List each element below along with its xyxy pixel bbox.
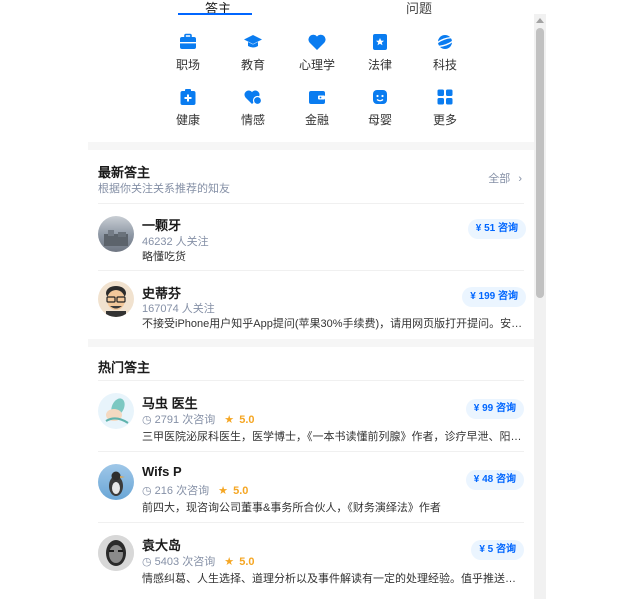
chevron-right-icon: › xyxy=(518,173,522,185)
answerer-description: 略懂吃货 xyxy=(142,251,186,263)
star-icon: ★ xyxy=(218,485,229,497)
emotion-icon xyxy=(244,90,263,106)
rating-value: 5.0 xyxy=(233,485,249,497)
category-tech[interactable]: 科技 xyxy=(415,32,475,73)
answerer-description: 不接受iPhone用户知乎App提问(苹果30%手续费)，请用网页版打开提问。安… xyxy=(142,318,526,330)
rating-value: 5.0 xyxy=(239,556,255,568)
consult-stats: ◷ 2791 次咨询 ★ 5.0 xyxy=(142,411,255,427)
category-label: 健康 xyxy=(175,113,200,127)
answerer-description: 三甲医院泌尿科医生，医学博士，《一本书读懂前列腺》作者，诊疗早泄、阳痿、前… xyxy=(142,431,526,443)
answerer-description: 情感纠葛、人生选择、道理分析以及事件解读有一定的处理经验。值乎推送有一定的… xyxy=(142,573,526,585)
vertical-scrollbar[interactable] xyxy=(534,14,546,599)
view-all-label: 全部 xyxy=(488,173,511,185)
check-circle-icon: ◷ xyxy=(142,556,152,568)
consult-count: 5403 次咨询 xyxy=(154,556,216,568)
consult-price-button[interactable]: ¥ 99 咨询 xyxy=(465,399,524,419)
category-career[interactable]: 职场 xyxy=(158,32,218,73)
consult-price-button[interactable]: ¥ 48 咨询 xyxy=(465,470,524,490)
tab-bar: 答主 问题 xyxy=(88,0,534,16)
category-health[interactable]: 健康 xyxy=(158,87,218,128)
section-divider xyxy=(88,339,534,347)
answerer-name: 马虫 医生 xyxy=(142,396,198,411)
hot-section-title: 热门答主 xyxy=(98,360,151,375)
wallet-icon xyxy=(309,91,325,104)
avatar xyxy=(98,464,134,500)
grid-icon xyxy=(437,89,453,105)
briefcase-icon xyxy=(180,33,196,49)
category-label: 法律 xyxy=(367,58,392,72)
tab-questions[interactable]: 问题 xyxy=(406,0,432,17)
latest-section-subtitle: 根据你关注关系推荐的知友 xyxy=(98,183,230,195)
follower-count: 167074 人关注 xyxy=(142,303,215,315)
list-item[interactable]: 史蒂芬 167074 人关注 不接受iPhone用户知乎App提问(苹果30%手… xyxy=(88,271,534,339)
category-finance[interactable]: 金融 xyxy=(287,87,347,128)
answerer-description: 前四大，现咨询公司董事&事务所合伙人，《财务演绎法》作者 xyxy=(142,502,441,514)
planet-icon xyxy=(435,35,455,49)
consult-price-button[interactable]: ¥ 199 咨询 xyxy=(462,287,526,307)
consult-stats: ◷ 216 次咨询 ★ 5.0 xyxy=(142,482,248,498)
category-label: 心理学 xyxy=(298,58,335,72)
star-icon: ★ xyxy=(224,556,235,568)
scroll-up-arrow-icon[interactable] xyxy=(536,18,544,23)
avatar xyxy=(98,281,134,317)
baby-icon xyxy=(373,90,387,104)
heart-icon xyxy=(308,34,326,50)
category-label: 情感 xyxy=(240,113,265,127)
avatar xyxy=(98,535,134,571)
category-label: 更多 xyxy=(432,113,457,127)
list-item[interactable]: 一颗牙 46232 人关注 略懂吃货 ¥ 51 咨询 xyxy=(88,204,534,270)
view-all-link[interactable]: 全部 › xyxy=(488,170,522,186)
category-label: 金融 xyxy=(304,113,329,127)
answerer-name: Wifs P xyxy=(142,464,182,479)
rating-value: 5.0 xyxy=(239,414,255,426)
category-label: 职场 xyxy=(175,58,200,72)
consult-panel: 答主 问题 职场 教育 心理学 法律 科技 健康 情感 金融 母婴 更多 最新答… xyxy=(88,0,534,599)
category-education[interactable]: 教育 xyxy=(223,32,283,73)
latest-section-title: 最新答主 xyxy=(98,165,151,180)
category-law[interactable]: 法律 xyxy=(350,32,410,73)
category-emotion[interactable]: 情感 xyxy=(223,87,283,128)
category-label: 科技 xyxy=(432,58,457,72)
check-circle-icon: ◷ xyxy=(142,414,152,426)
active-tab-indicator xyxy=(178,13,252,15)
list-item[interactable]: Wifs P ◷ 216 次咨询 ★ 5.0 前四大，现咨询公司董事&事务所合伙… xyxy=(88,452,534,522)
list-item[interactable]: 马虫 医生 ◷ 2791 次咨询 ★ 5.0 三甲医院泌尿科医生，医学博士，《一… xyxy=(88,381,534,451)
consult-stats: ◷ 5403 次咨询 ★ 5.0 xyxy=(142,553,255,569)
scrollbar-thumb[interactable] xyxy=(536,28,544,298)
answerer-name: 一颗牙 xyxy=(142,218,182,233)
category-label: 教育 xyxy=(240,58,265,72)
avatar xyxy=(98,393,134,429)
section-divider xyxy=(88,142,534,150)
avatar xyxy=(98,216,134,252)
follower-count: 46232 人关注 xyxy=(142,236,209,248)
graduation-cap-icon xyxy=(244,35,262,48)
category-maternal[interactable]: 母婴 xyxy=(350,87,410,128)
medical-kit-icon xyxy=(180,89,196,105)
answerer-name: 袁大岛 xyxy=(142,538,182,553)
category-more[interactable]: 更多 xyxy=(415,87,475,128)
list-item[interactable]: 袁大岛 ◷ 5403 次咨询 ★ 5.0 情感纠葛、人生选择、道理分析以及事件解… xyxy=(88,523,534,599)
category-psychology[interactable]: 心理学 xyxy=(287,32,347,73)
consult-count: 2791 次咨询 xyxy=(154,414,216,426)
star-icon: ★ xyxy=(224,414,235,426)
consult-count: 216 次咨询 xyxy=(154,485,210,497)
law-book-icon xyxy=(373,34,387,50)
consult-price-button[interactable]: ¥ 51 咨询 xyxy=(467,219,526,239)
consult-price-button[interactable]: ¥ 5 咨询 xyxy=(471,540,524,560)
category-label: 母婴 xyxy=(367,113,392,127)
check-circle-icon: ◷ xyxy=(142,485,152,497)
